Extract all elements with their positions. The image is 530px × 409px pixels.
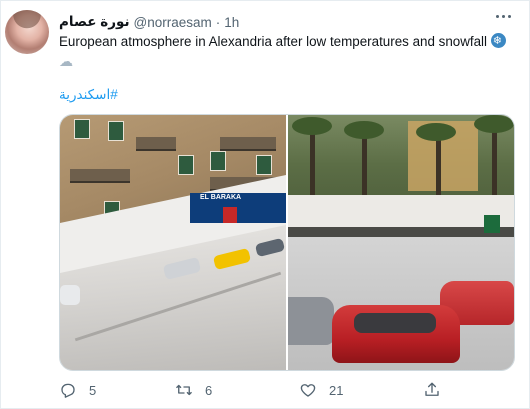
share-icon	[423, 381, 441, 399]
retweet-icon	[175, 381, 193, 399]
like-button[interactable]: 21	[299, 381, 343, 399]
avatar[interactable]	[5, 10, 49, 54]
snowflake-emoji	[490, 32, 506, 51]
retweet-button[interactable]: 6	[175, 381, 212, 399]
media-grid: EL BARAKA	[59, 114, 515, 371]
reply-icon	[59, 381, 77, 399]
user-handle[interactable]: @norraesam	[134, 15, 212, 30]
share-button[interactable]	[423, 381, 441, 399]
tweet-header: نورة عصام @norraesam · 1h	[59, 13, 239, 31]
tweet-text: European atmosphere in Alexandria after …	[59, 32, 519, 71]
tweet-card[interactable]: نورة عصام @norraesam · 1h European atmos…	[0, 0, 530, 409]
tweet-actions: 5 6 21	[59, 381, 519, 403]
reply-count: 5	[89, 382, 97, 398]
photo-red-car-snow[interactable]	[288, 115, 514, 370]
more-dots-icon[interactable]	[496, 15, 511, 18]
photo-street-building[interactable]: EL BARAKA	[60, 115, 286, 370]
shop-sign: EL BARAKA	[200, 194, 242, 201]
cloud-snow-emoji: ☁	[59, 53, 73, 69]
tweet-timestamp[interactable]: 1h	[224, 15, 239, 30]
hashtag-link[interactable]: #اسكندرية	[59, 87, 118, 103]
separator-dot: ·	[215, 14, 221, 30]
like-count: 21	[329, 382, 344, 398]
heart-icon	[299, 381, 317, 399]
retweet-count: 6	[205, 382, 213, 398]
tweet-body: European atmosphere in Alexandria after …	[59, 34, 488, 49]
reply-button[interactable]: 5	[59, 381, 96, 399]
display-name[interactable]: نورة عصام	[59, 14, 130, 30]
